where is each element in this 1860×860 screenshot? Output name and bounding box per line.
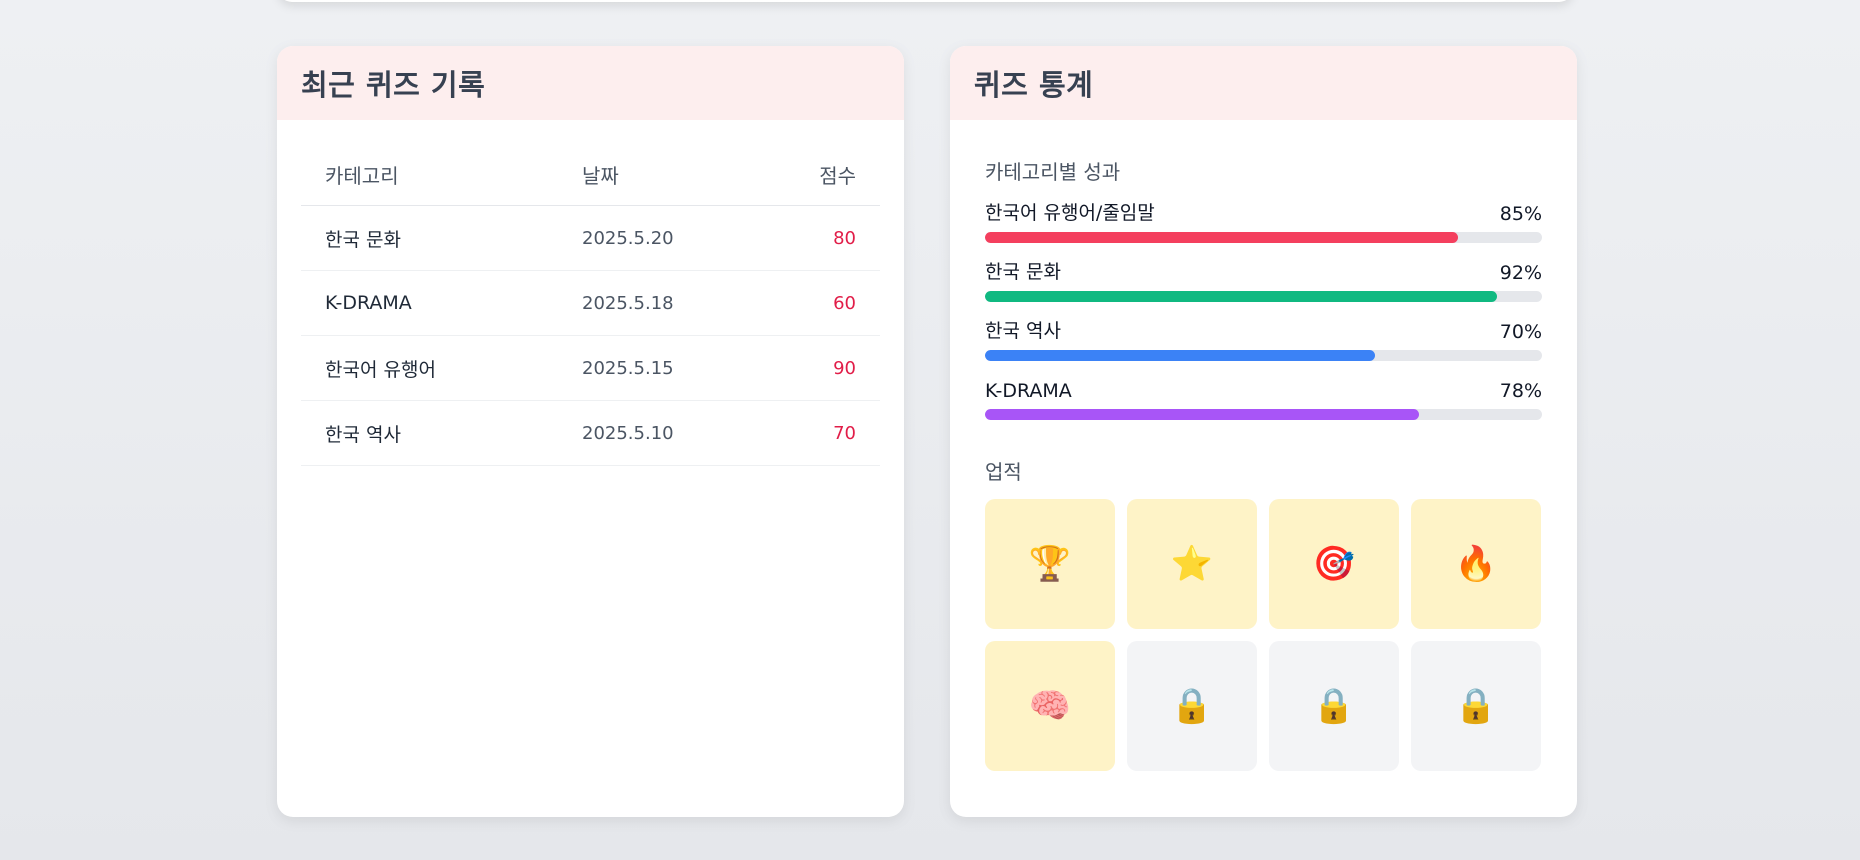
achievement-tile[interactable]: 🔥	[1411, 499, 1541, 629]
stats-body: 카테고리별 성과 한국어 유행어/줄임말 85% 한국 문화 92% 한국 역사…	[950, 120, 1577, 771]
card-header: 퀴즈 통계	[950, 46, 1577, 120]
table-row[interactable]: 한국어 유행어 2025.5.15 90	[301, 336, 880, 401]
achievements-grid: 🏆 ⭐ 🎯 🔥 🧠 🔒 🔒 🔒	[985, 499, 1542, 771]
achievement-tile[interactable]: ⭐	[1127, 499, 1257, 629]
header-score: 점수	[819, 164, 856, 188]
category-percent: 92%	[1499, 262, 1542, 284]
category-percent: 78%	[1499, 380, 1542, 402]
achievement-tile[interactable]: 🎯	[1269, 499, 1399, 629]
progress-track	[985, 409, 1542, 420]
header-date: 날짜	[582, 164, 619, 188]
performance-label: 카테고리별 성과	[985, 160, 1121, 184]
table-header-row: 카테고리 날짜 점수	[301, 144, 880, 206]
category-percent: 85%	[1499, 203, 1542, 225]
lock-icon: 🔒	[1170, 686, 1214, 726]
lock-icon: 🔒	[1312, 686, 1356, 726]
history-table: 카테고리 날짜 점수 한국 문화 2025.5.20 80 K-DRAMA 20…	[277, 120, 904, 466]
recent-quiz-history-card: 최근 퀴즈 기록 카테고리 날짜 점수 한국 문화 2025.5.20 80 K…	[277, 46, 904, 817]
row-date: 2025.5.15	[582, 357, 674, 379]
header-category: 카테고리	[325, 164, 399, 188]
category-name: 한국어 유행어/줄임말	[985, 202, 1155, 224]
row-score: 60	[833, 292, 856, 314]
category-name: K-DRAMA	[985, 380, 1072, 402]
category-percent: 70%	[1499, 321, 1542, 343]
category-name: 한국 역사	[985, 320, 1061, 342]
row-category: 한국 역사	[325, 423, 401, 446]
trophy-icon: 🏆	[1028, 544, 1072, 584]
progress-track	[985, 350, 1542, 361]
progress-fill	[985, 350, 1375, 361]
target-icon: 🎯	[1312, 544, 1356, 584]
achievement-tile-locked[interactable]: 🔒	[1269, 641, 1399, 771]
category-performance-item: 한국어 유행어/줄임말 85%	[985, 199, 1542, 243]
achievement-tile[interactable]: 🏆	[985, 499, 1115, 629]
row-date: 2025.5.18	[582, 292, 674, 314]
table-row[interactable]: 한국 문화 2025.5.20 80	[301, 206, 880, 271]
star-icon: ⭐	[1170, 544, 1214, 584]
brain-icon: 🧠	[1028, 686, 1072, 726]
row-date: 2025.5.10	[582, 422, 674, 444]
achievement-tile-locked[interactable]: 🔒	[1127, 641, 1257, 771]
top-panel-edge	[278, 0, 1573, 2]
achievement-tile[interactable]: 🧠	[985, 641, 1115, 771]
row-score: 80	[833, 227, 856, 249]
progress-fill	[985, 291, 1498, 302]
row-score: 90	[833, 357, 856, 379]
card-header: 최근 퀴즈 기록	[277, 46, 904, 120]
fire-icon: 🔥	[1454, 544, 1498, 584]
stats-title: 퀴즈 통계	[974, 68, 1094, 102]
progress-track	[985, 291, 1542, 302]
table-row[interactable]: K-DRAMA 2025.5.18 60	[301, 271, 880, 336]
quiz-stats-card: 퀴즈 통계 카테고리별 성과 한국어 유행어/줄임말 85% 한국 문화 92%…	[950, 46, 1577, 817]
category-performance-item: 한국 문화 92%	[985, 258, 1542, 302]
row-category: 한국 문화	[325, 228, 401, 251]
row-score: 70	[833, 422, 856, 444]
achievements-label: 업적	[985, 460, 1022, 484]
row-date: 2025.5.20	[582, 227, 674, 249]
category-name: 한국 문화	[985, 261, 1061, 283]
category-performance-item: 한국 역사 70%	[985, 317, 1542, 361]
progress-track	[985, 232, 1542, 243]
progress-fill	[985, 232, 1459, 243]
category-performance-item: K-DRAMA 78%	[985, 376, 1542, 420]
table-row[interactable]: 한국 역사 2025.5.10 70	[301, 401, 880, 466]
lock-icon: 🔒	[1454, 686, 1498, 726]
row-category: K-DRAMA	[325, 292, 412, 314]
history-title: 최근 퀴즈 기록	[301, 68, 486, 102]
row-category: 한국어 유행어	[325, 358, 436, 381]
progress-fill	[985, 409, 1420, 420]
achievement-tile-locked[interactable]: 🔒	[1411, 641, 1541, 771]
